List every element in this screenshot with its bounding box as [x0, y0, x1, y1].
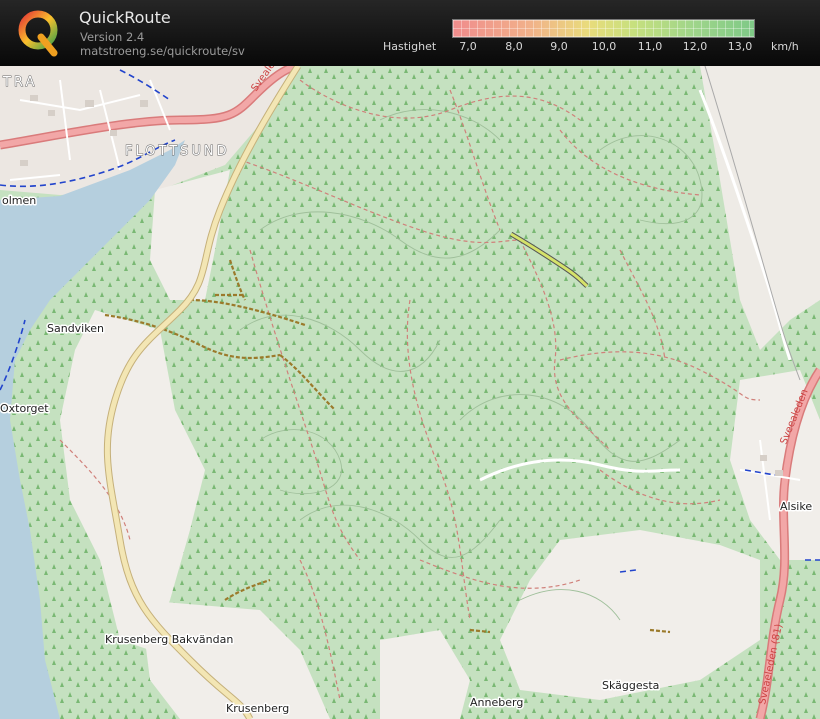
quickroute-window: QuickRoute Version 2.4 matstroeng.se/qui… [0, 0, 820, 719]
app-title: QuickRoute [79, 8, 171, 27]
app-version: Version 2.4 [80, 30, 145, 44]
speed-tick: 12,0 [682, 40, 708, 53]
speed-tick: 8,0 [505, 40, 523, 53]
place-label-oxtorget: Oxtorget [0, 402, 49, 415]
place-label-olmen: olmen [2, 194, 36, 207]
speed-tick: 7,0 [459, 40, 477, 53]
place-label-flottsund: FLOTTSUND [125, 144, 230, 159]
speed-tick: 9,0 [550, 40, 568, 53]
place-label-anneberg: Anneberg [470, 696, 523, 709]
speed-tick: 13,0 [727, 40, 753, 53]
speed-color-scale [452, 19, 755, 38]
place-label-sandviken: Sandviken [47, 322, 104, 335]
header-bar: QuickRoute Version 2.4 matstroeng.se/qui… [0, 0, 820, 66]
place-label-krusenberg: Krusenberg [226, 702, 289, 715]
map-canvas[interactable]: TRA FLOTTSUND olmen Sandviken Oxtorget A… [0, 66, 820, 719]
speed-label: Hastighet [383, 40, 437, 53]
speed-tick: 11,0 [637, 40, 663, 53]
quickroute-logo-icon [18, 10, 58, 57]
place-label-tra: TRA [2, 75, 37, 90]
place-label-alsike: Alsike [780, 500, 812, 513]
speed-tick: 10,0 [591, 40, 617, 53]
speed-unit: km/h [771, 40, 799, 53]
app-url[interactable]: matstroeng.se/quickroute/sv [80, 44, 245, 58]
place-label-krusenberg-bakvandan: Krusenberg Bakvändan [105, 633, 233, 646]
place-label-skaggesta: Skäggesta [602, 679, 659, 692]
